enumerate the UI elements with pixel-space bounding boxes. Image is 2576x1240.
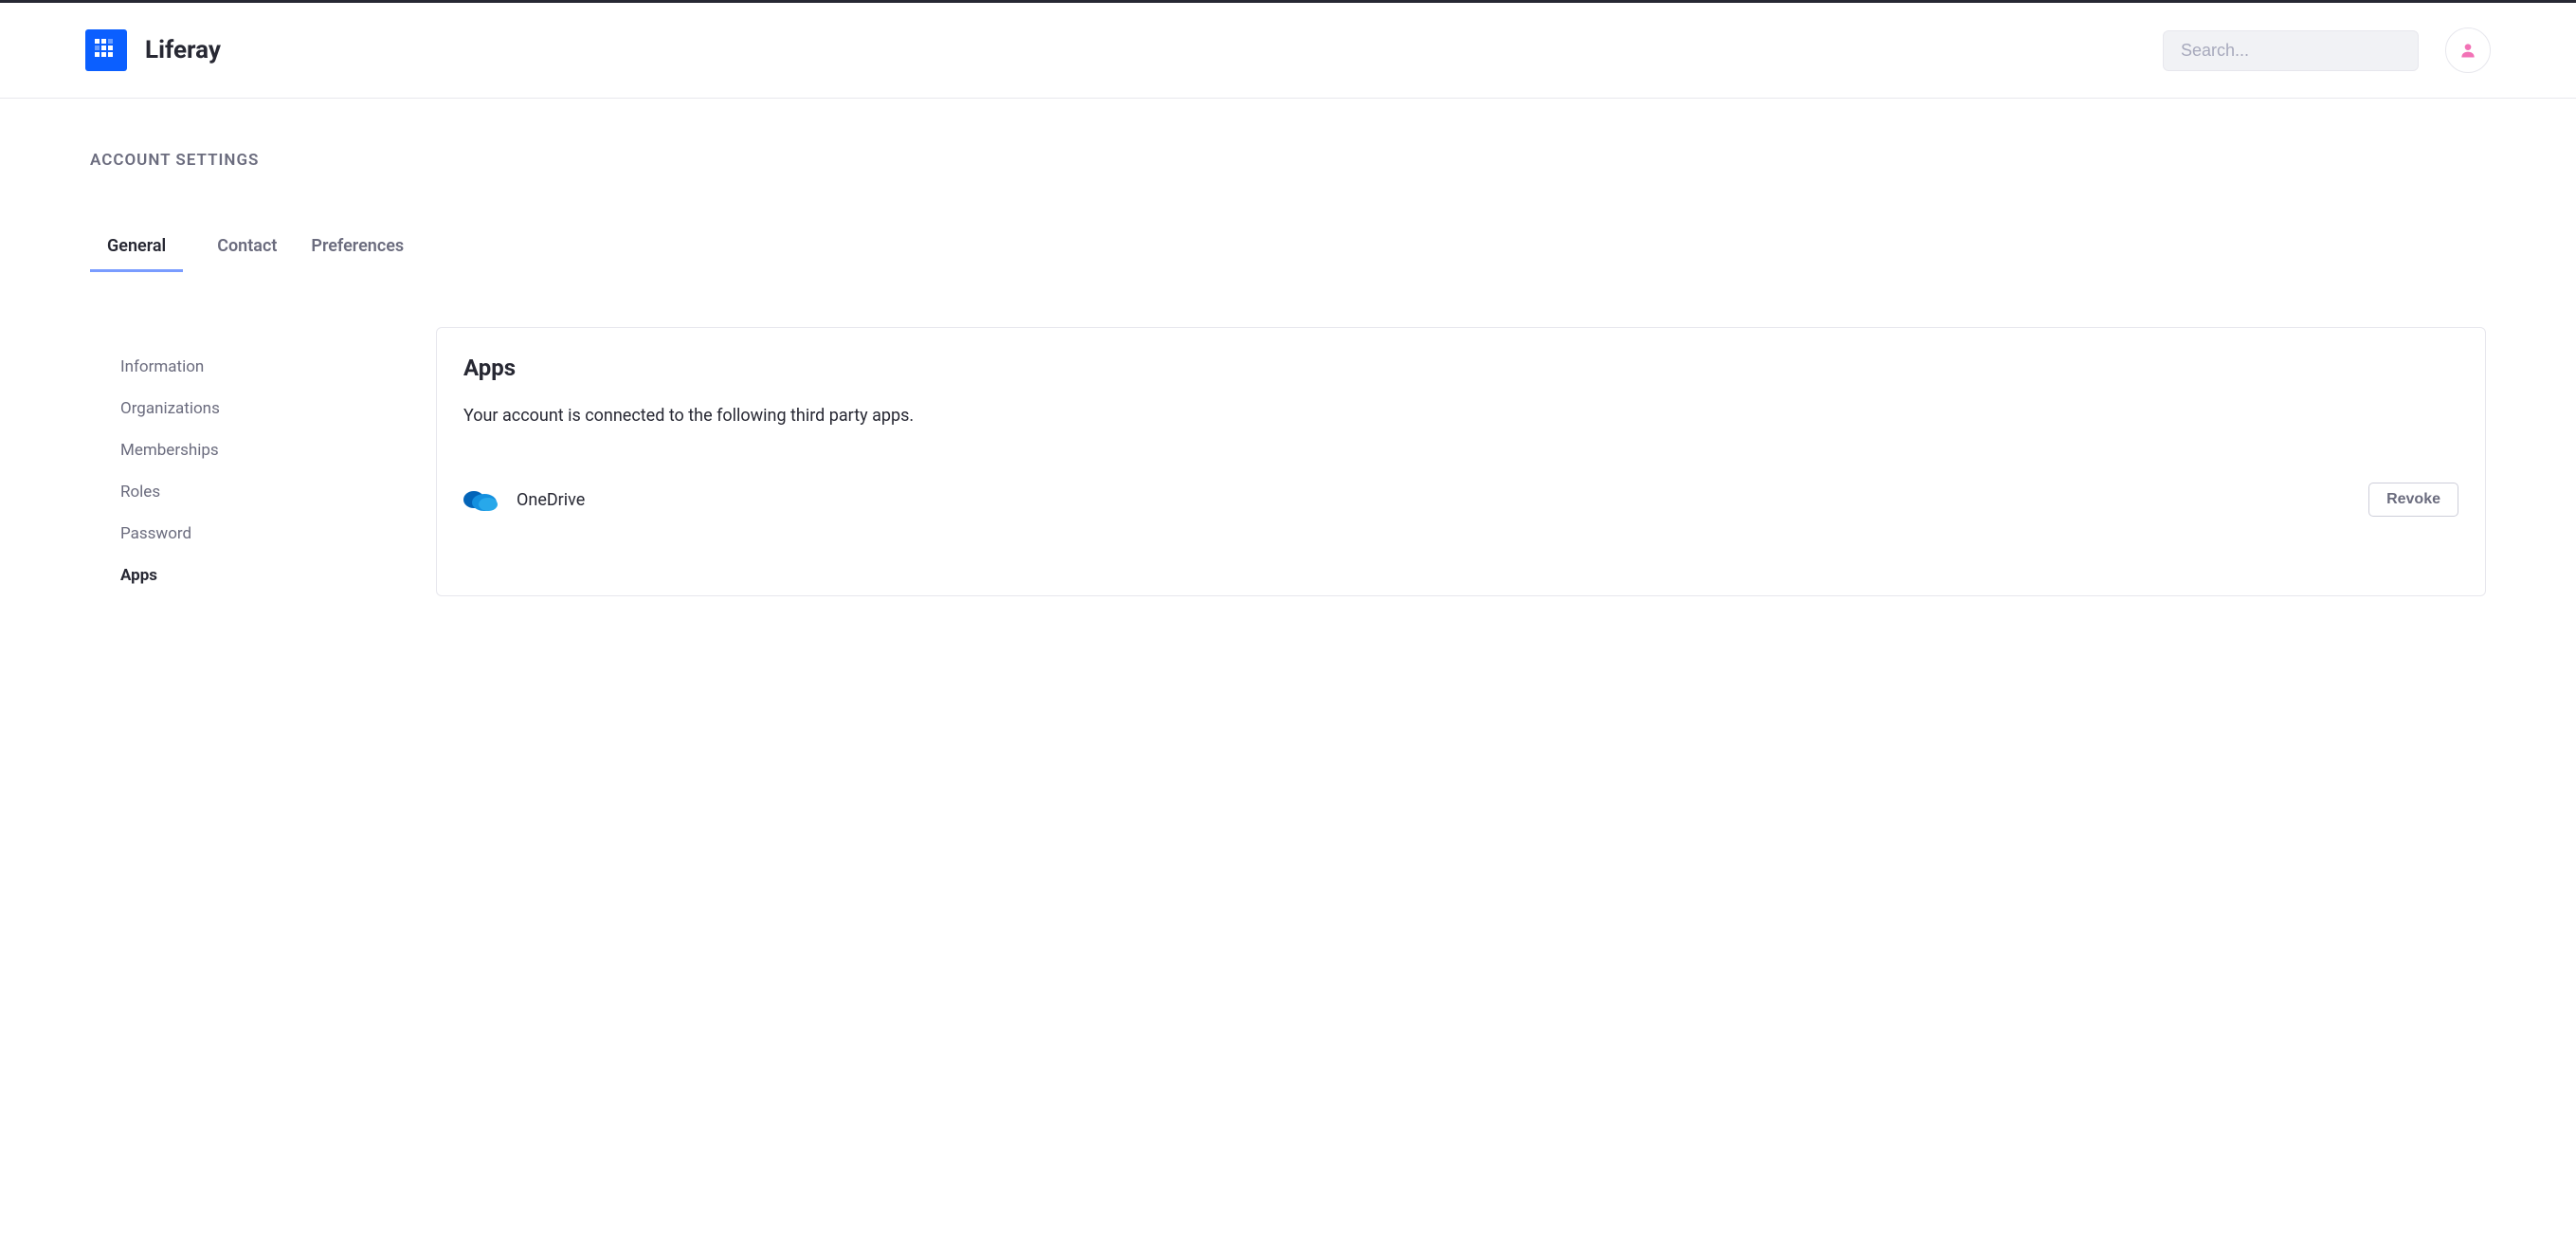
search-input[interactable]	[2181, 41, 2401, 61]
tabs: General Contact Preferences	[90, 236, 2486, 272]
tab-contact[interactable]: Contact	[217, 236, 277, 272]
app-left: OneDrive	[463, 487, 585, 512]
onedrive-icon	[463, 487, 498, 512]
sidebar-item-apps[interactable]: Apps	[90, 555, 398, 596]
sidebar-item-roles[interactable]: Roles	[90, 471, 398, 513]
search-box[interactable]	[2163, 30, 2419, 71]
brand[interactable]: Liferay	[85, 29, 221, 71]
user-icon	[2458, 41, 2477, 60]
sidebar-item-password[interactable]: Password	[90, 513, 398, 555]
panel-title: Apps	[463, 355, 2458, 381]
header-right	[2163, 27, 2491, 73]
panel: Apps Your account is connected to the fo…	[436, 327, 2486, 596]
revoke-button[interactable]: Revoke	[2368, 483, 2458, 517]
tab-preferences[interactable]: Preferences	[311, 236, 404, 272]
brand-logo-icon	[85, 29, 127, 71]
app-name: OneDrive	[517, 490, 585, 510]
page-label: ACCOUNT SETTINGS	[90, 151, 2486, 170]
sidebar-item-information[interactable]: Information	[90, 346, 398, 388]
sidebar-item-memberships[interactable]: Memberships	[90, 429, 398, 471]
panel-description: Your account is connected to the followi…	[463, 406, 2458, 426]
brand-name: Liferay	[145, 36, 221, 64]
app-row: OneDrive Revoke	[463, 483, 2458, 517]
tab-general[interactable]: General	[90, 236, 183, 272]
avatar[interactable]	[2445, 27, 2491, 73]
content: ACCOUNT SETTINGS General Contact Prefere…	[0, 99, 2576, 648]
sidebar-item-organizations[interactable]: Organizations	[90, 388, 398, 429]
main-area: Information Organizations Memberships Ro…	[90, 327, 2486, 596]
sidebar: Information Organizations Memberships Ro…	[90, 327, 398, 596]
header: Liferay	[0, 3, 2576, 99]
